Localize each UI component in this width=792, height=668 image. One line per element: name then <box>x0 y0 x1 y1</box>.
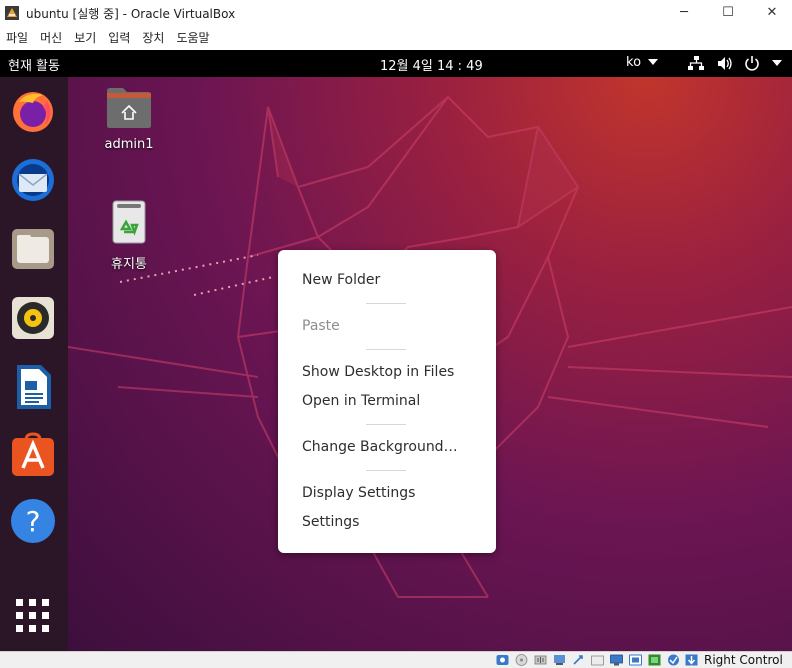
menu-file[interactable]: 파일 <box>0 26 34 50</box>
menu-input[interactable]: 입력 <box>102 26 136 50</box>
firefox-icon[interactable] <box>9 87 57 135</box>
minimize-button[interactable]: ─ <box>662 0 706 26</box>
close-button[interactable]: ✕ <box>750 0 792 26</box>
display-icon[interactable] <box>610 654 623 666</box>
virtualbox-app-icon <box>5 6 19 20</box>
vm-menubar: 파일 머신 보기 입력 장치 도움말 <box>0 26 792 51</box>
power-icon[interactable] <box>744 55 760 71</box>
activities-button[interactable]: 현재 활동 <box>8 55 60 74</box>
audio-icon[interactable] <box>534 654 547 666</box>
guest-additions-icon[interactable] <box>667 654 680 666</box>
thunderbird-icon[interactable] <box>9 156 57 204</box>
host-key-label: Right Control <box>704 653 783 667</box>
desktop-icon-home[interactable]: admin1 <box>89 87 169 152</box>
rhythmbox-icon[interactable] <box>9 294 57 342</box>
help-icon[interactable]: ? <box>9 497 57 545</box>
menu-separator <box>366 424 406 425</box>
menu-help[interactable]: 도움말 <box>170 26 215 50</box>
desktop-context-menu: New Folder Paste Show Desktop in Files O… <box>278 250 496 553</box>
vm-status-bar: Right Control <box>0 651 792 668</box>
shared-folder-icon[interactable] <box>591 654 604 666</box>
menu-item-display-settings[interactable]: Display Settings <box>302 485 415 501</box>
host-key-arrow-icon[interactable] <box>685 654 698 666</box>
menu-separator <box>366 470 406 471</box>
menu-item-show-desktop-in-files[interactable]: Show Desktop in Files <box>302 364 454 380</box>
menu-separator <box>366 303 406 304</box>
language-indicator[interactable]: ko <box>626 55 641 70</box>
usb-icon[interactable] <box>572 654 585 666</box>
files-icon[interactable] <box>9 225 57 273</box>
menu-machine[interactable]: 머신 <box>34 26 68 50</box>
ubuntu-dock: ? <box>0 77 68 651</box>
network-adapter-icon[interactable] <box>553 654 566 666</box>
language-dropdown-arrow-icon <box>648 59 658 65</box>
desktop-icon-label: 휴지통 <box>111 257 147 272</box>
system-menu-arrow-icon <box>772 60 782 66</box>
menu-item-settings[interactable]: Settings <box>302 514 359 530</box>
software-center-icon[interactable] <box>9 432 57 480</box>
window-titlebar: ubuntu [실행 중] - Oracle VirtualBox ─ ☐ ✕ <box>0 0 792 26</box>
cpu-icon[interactable] <box>648 654 661 666</box>
svg-text:?: ? <box>26 505 41 538</box>
menu-item-new-folder[interactable]: New Folder <box>302 272 380 288</box>
menu-item-paste[interactable]: Paste <box>302 318 340 334</box>
desktop-icon-trash[interactable]: 휴지통 <box>89 199 169 272</box>
home-folder-icon <box>107 88 151 128</box>
desktop-icon-label: admin1 <box>104 137 154 152</box>
menu-item-open-in-terminal[interactable]: Open in Terminal <box>302 393 420 409</box>
menu-separator <box>366 349 406 350</box>
libreoffice-writer-icon[interactable] <box>9 363 57 411</box>
gnome-top-bar: 현재 활동 12월 4일 14 : 49 ko <box>0 50 792 77</box>
trash-icon <box>112 200 146 244</box>
optical-drive-icon[interactable] <box>515 654 528 666</box>
maximize-button[interactable]: ☐ <box>706 0 750 26</box>
menu-item-change-background[interactable]: Change Background… <box>302 439 458 455</box>
volume-icon[interactable] <box>717 56 733 71</box>
network-icon[interactable] <box>688 56 704 71</box>
show-applications-icon[interactable] <box>9 592 57 640</box>
recording-icon[interactable] <box>629 654 642 666</box>
menu-view[interactable]: 보기 <box>68 26 102 50</box>
clock-button[interactable]: 12월 4일 14 : 49 <box>380 55 483 74</box>
window-title: ubuntu [실행 중] - Oracle VirtualBox <box>26 7 236 21</box>
menu-devices[interactable]: 장치 <box>136 26 170 50</box>
hard-disk-icon[interactable] <box>496 654 509 666</box>
